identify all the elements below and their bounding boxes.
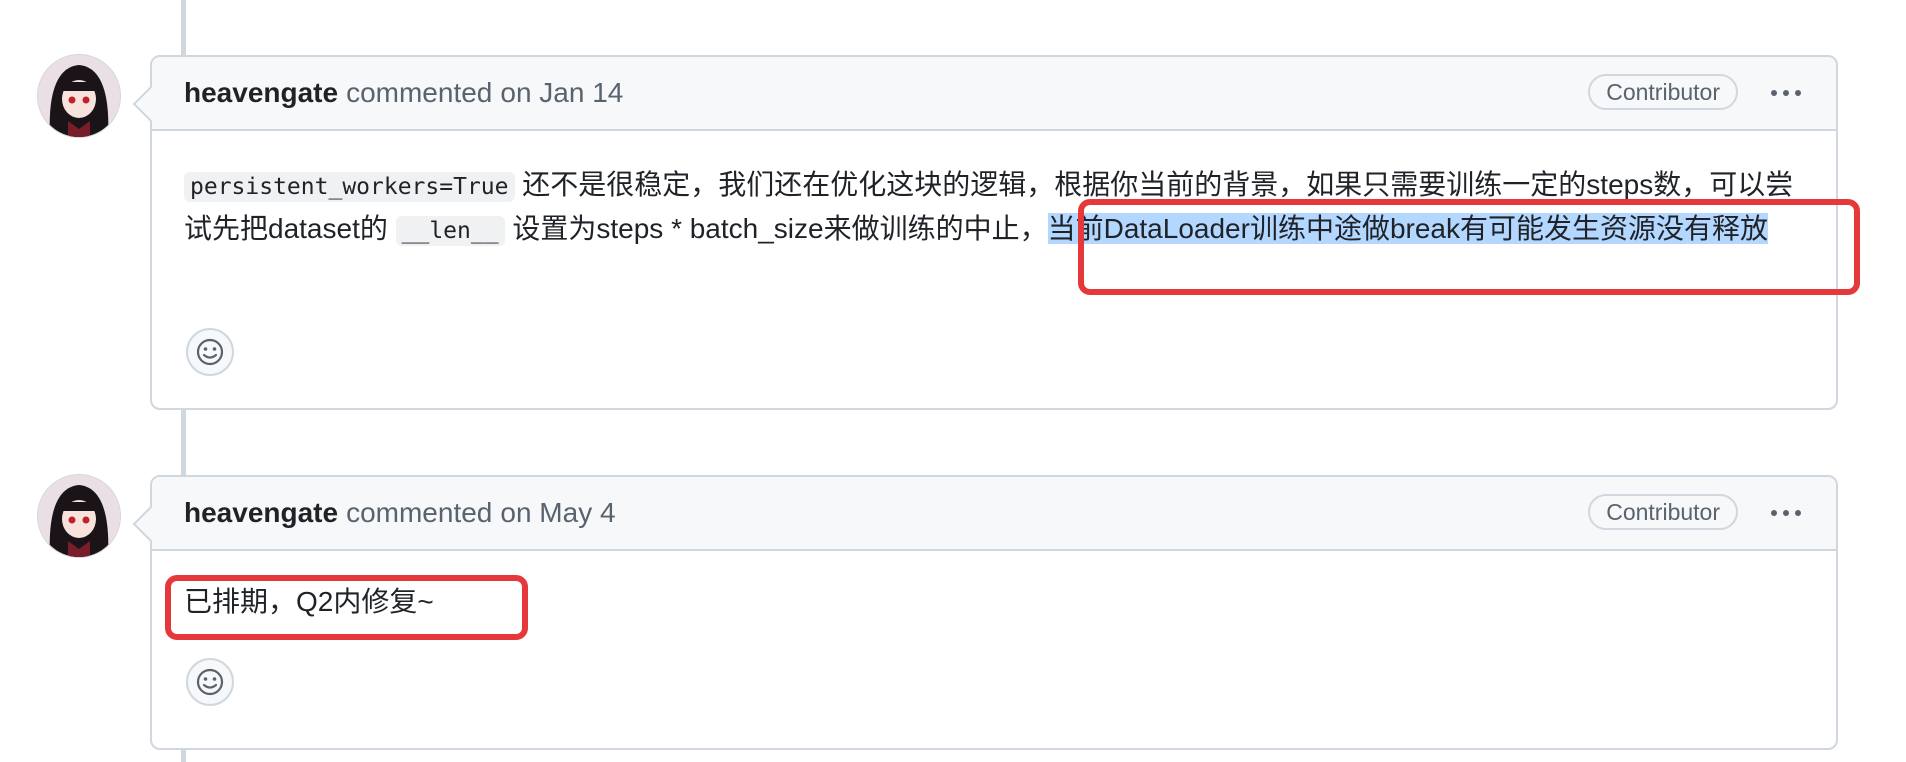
kebab-horizontal-icon	[1771, 510, 1777, 516]
comment-date[interactable]: on May 4	[500, 497, 615, 529]
contributor-badge: Contributor	[1588, 494, 1738, 530]
comment-options-button[interactable]	[1766, 77, 1806, 109]
comment-action: commented	[346, 497, 493, 528]
comment-action: commented	[346, 77, 493, 108]
comment-author[interactable]: heavengate	[184, 497, 338, 529]
inline-code: __len__	[395, 216, 505, 246]
inline-code: persistent_workers=True	[184, 172, 515, 202]
comment-header: heavengate commented on Jan 14 Contribut…	[152, 57, 1836, 131]
kebab-horizontal-icon	[1771, 90, 1777, 96]
comment-options-button[interactable]	[1766, 497, 1806, 529]
annotation-box	[165, 575, 528, 640]
add-reaction-button[interactable]	[186, 658, 234, 706]
avatar[interactable]	[37, 474, 121, 558]
comment-header: heavengate commented on May 4 Contributo…	[152, 477, 1836, 551]
annotation-box	[1078, 199, 1860, 295]
avatar[interactable]	[37, 54, 121, 138]
contributor-badge: Contributor	[1588, 74, 1738, 110]
comment-author[interactable]: heavengate	[184, 77, 338, 109]
comment-date[interactable]: on Jan 14	[500, 77, 623, 109]
add-reaction-button[interactable]	[186, 328, 234, 376]
smiley-icon	[196, 668, 224, 696]
smiley-icon	[196, 338, 224, 366]
